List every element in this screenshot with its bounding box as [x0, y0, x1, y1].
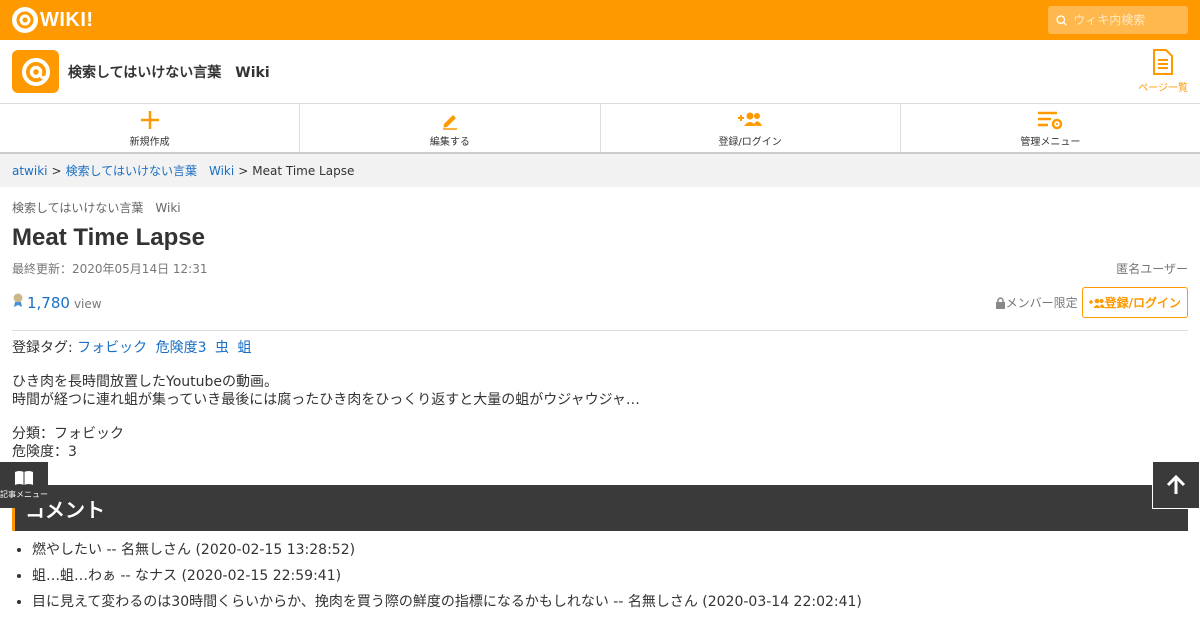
description: ひき肉を長時間放置したYoutubeの動画。 時間が経つに連れ蛆が集っていき最後… — [12, 373, 1188, 409]
breadcrumb-site[interactable]: 検索してはいけない言葉 Wiki — [66, 162, 235, 179]
category: 分類：フォビック — [12, 426, 124, 442]
description-line: ひき肉を長時間放置したYoutubeの動画。 — [12, 374, 278, 390]
pencil-icon — [442, 115, 457, 130]
site-header: 検索してはいけない言葉 Wiki ページ一覧 — [0, 40, 1200, 104]
scroll-to-top-button[interactable] — [1152, 461, 1200, 509]
medal-icon — [13, 293, 23, 307]
global-header: WIKI! — [0, 0, 1200, 40]
new-page-button[interactable]: 新規作成 — [0, 104, 301, 152]
page-list-label: ページ一覧 — [1138, 83, 1188, 94]
admin-settings-icon — [1038, 111, 1063, 130]
article-menu-button[interactable]: 記事メニュー — [0, 462, 48, 508]
register-login-small-label: 登録/ログイン — [1104, 296, 1181, 310]
breadcrumb-separator: > — [238, 163, 249, 178]
tag-link[interactable]: 蛆 — [237, 340, 251, 356]
tag-list: 登録タグ: フォビック 危険度3 虫 蛆 — [12, 339, 1188, 357]
article-header: 検索してはいけない言葉 Wiki Meat Time Lapse 最終更新：20… — [0, 187, 1200, 331]
atwiki-logo[interactable]: WIKI! — [12, 7, 94, 33]
register-login-button[interactable]: 登録/ログイン — [601, 104, 901, 152]
author: 匿名ユーザー — [1116, 262, 1188, 276]
action-bar: 新規作成 編集する 登録/ログイン 管理メニュー — [0, 104, 1200, 154]
article-meta: 最終更新：2020年05月14日 12:31 匿名ユーザー — [12, 260, 1188, 277]
document-icon — [1153, 49, 1174, 75]
member-only-label: メンバー限定 — [1005, 296, 1078, 310]
arrow-up-icon — [1166, 474, 1186, 494]
at-icon — [12, 7, 38, 33]
site-logo-icon — [12, 50, 59, 93]
view-count: 1,780 view — [12, 293, 102, 312]
search-input[interactable] — [1073, 13, 1180, 27]
view-number: 1,780 — [27, 294, 70, 312]
register-login-label: 登録/ログイン — [718, 137, 782, 148]
article-menu-label: 記事メニュー — [0, 490, 48, 499]
admin-menu-label: 管理メニュー — [1020, 137, 1081, 148]
add-user-icon — [1088, 298, 1105, 308]
breadcrumb-current: Meat Time Lapse — [252, 163, 355, 178]
article-site-name: 検索してはいけない言葉 Wiki — [12, 201, 181, 215]
comment-item: 蛆…蛆…わぁ -- なナス (2020-02-15 22:59:41) — [32, 567, 1188, 585]
page-title: Meat Time Lapse — [12, 224, 205, 251]
tag-link[interactable]: フォビック — [77, 340, 147, 356]
lock-icon — [995, 297, 1005, 309]
tags-label: 登録タグ: — [12, 340, 73, 356]
add-user-icon — [738, 112, 763, 126]
admin-menu-button[interactable]: 管理メニュー — [901, 104, 1200, 152]
article-body: 登録タグ: フォビック 危険度3 虫 蛆 ひき肉を長時間放置したYoutubeの… — [0, 331, 1200, 461]
comments-heading: コメント — [12, 485, 1188, 531]
breadcrumb-separator: > — [51, 163, 62, 178]
breadcrumb-atwiki[interactable]: atwiki — [12, 164, 48, 178]
edit-button[interactable]: 編集する — [300, 104, 601, 152]
description-line: 時間が経つに連れ蛆が集っていき最後には腐ったひき肉をひっくり返すと大量の蛆がウジ… — [12, 392, 640, 408]
view-unit: view — [73, 297, 102, 311]
page-list-button[interactable]: ページ一覧 — [1138, 49, 1188, 94]
book-icon — [15, 471, 33, 485]
edit-label: 編集する — [429, 137, 470, 148]
plus-icon — [140, 111, 159, 129]
views-row: 1,780 view メンバー限定 登録/ログイン — [12, 287, 1188, 331]
last-updated: 最終更新：2020年05月14日 12:31 — [12, 262, 208, 276]
breadcrumb: atwiki > 検索してはいけない言葉 Wiki > Meat Time La… — [0, 154, 1200, 187]
classification: 分類：フォビック 危険度：3 — [12, 425, 1188, 461]
logo-text: WIKI! — [40, 8, 94, 31]
new-page-label: 新規作成 — [129, 137, 170, 148]
wiki-search[interactable] — [1048, 6, 1188, 34]
member-area: メンバー限定 登録/ログイン — [995, 287, 1188, 318]
tag-link[interactable]: 危険度3 — [156, 340, 207, 356]
comment-item: 目に見えて変わるのは30時間くらいからか、挽肉を買う際の鮮度の指標になるかもしれ… — [32, 593, 1188, 611]
tag-link[interactable]: 虫 — [215, 340, 229, 356]
search-icon — [1056, 14, 1067, 26]
register-login-small-button[interactable]: 登録/ログイン — [1081, 287, 1188, 318]
site-title-link[interactable]: 検索してはいけない言葉 Wiki — [12, 50, 270, 93]
site-name: 検索してはいけない言葉 Wiki — [68, 64, 270, 81]
comment-list: 燃やしたい -- 名無しさん (2020-02-15 13:28:52) 蛆…蛆… — [0, 531, 1200, 611]
danger-level: 危険度：3 — [12, 444, 77, 460]
comment-item: 燃やしたい -- 名無しさん (2020-02-15 13:28:52) — [32, 541, 1188, 559]
